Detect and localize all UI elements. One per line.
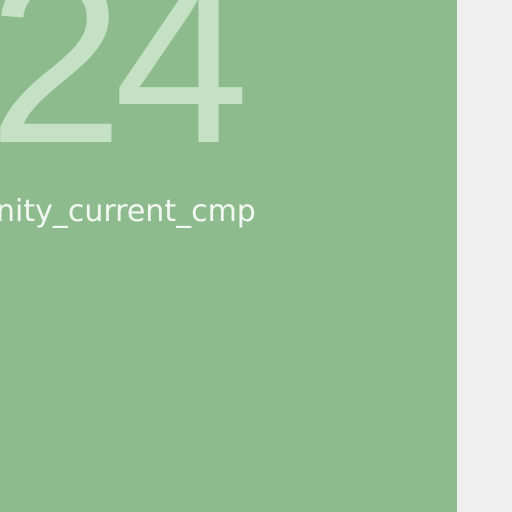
screen-viewport: 24 nity_current_cmp [0,0,512,512]
metric-card[interactable]: 24 nity_current_cmp [0,0,457,512]
metric-value: 24 [0,0,249,194]
metric-caption: nity_current_cmp [0,194,256,229]
right-background-strip [457,0,512,512]
